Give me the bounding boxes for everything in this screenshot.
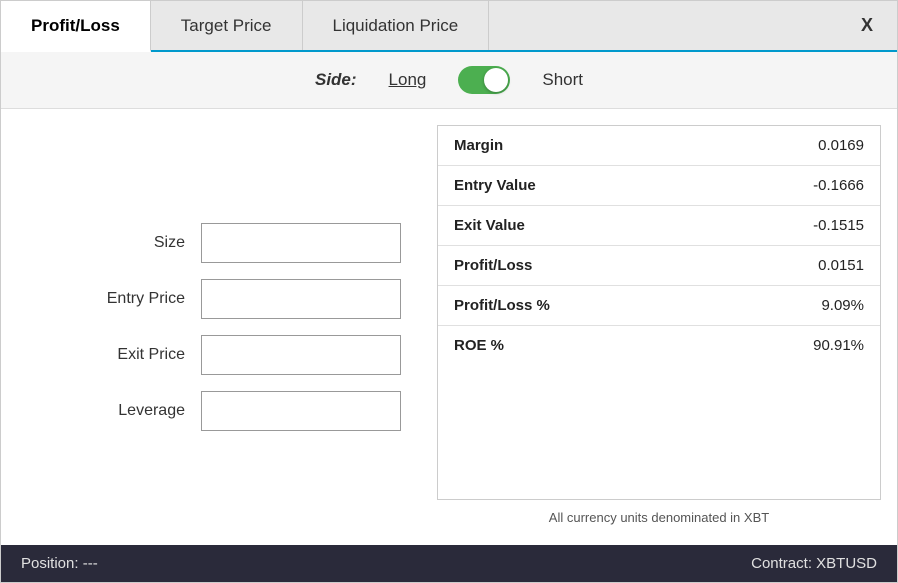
- result-value: -0.1666: [813, 177, 864, 194]
- result-key: Exit Value: [454, 217, 525, 234]
- tab-bar: Profit/Loss Target Price Liquidation Pri…: [1, 1, 897, 52]
- size-row: Size 1000: [21, 223, 401, 263]
- side-toggle[interactable]: [458, 66, 510, 94]
- entry-price-input[interactable]: 6000.0: [201, 279, 401, 319]
- toggle-knob: [484, 68, 508, 92]
- position-info: Position: ---: [21, 555, 98, 572]
- size-label: Size: [85, 234, 185, 252]
- result-row: Entry Value -0.1666: [438, 166, 880, 206]
- entry-price-label: Entry Price: [85, 290, 185, 308]
- tab-target-price[interactable]: Target Price: [151, 1, 303, 50]
- result-key: ROE %: [454, 337, 504, 354]
- footer: Position: --- Contract: XBTUSD: [1, 545, 897, 582]
- main-content: Size 1000 Entry Price 6000.0 Exit Price …: [1, 109, 897, 545]
- calculator-window: Profit/Loss Target Price Liquidation Pri…: [0, 0, 898, 583]
- result-key: Profit/Loss %: [454, 297, 550, 314]
- tab-profit-loss[interactable]: Profit/Loss: [1, 1, 151, 52]
- toggle-track[interactable]: [458, 66, 510, 94]
- result-value: 90.91%: [813, 337, 864, 354]
- contract-ticker: XBTUSD: [816, 555, 877, 572]
- side-short-label[interactable]: Short: [542, 70, 583, 90]
- result-value: 9.09%: [821, 297, 864, 314]
- side-label: Side:: [315, 70, 357, 90]
- form-section: Size 1000 Entry Price 6000.0 Exit Price …: [1, 125, 421, 529]
- result-row: Margin 0.0169: [438, 126, 880, 166]
- exit-price-input[interactable]: 6600.0: [201, 335, 401, 375]
- result-key: Margin: [454, 137, 503, 154]
- size-input[interactable]: 1000: [201, 223, 401, 263]
- exit-price-row: Exit Price 6600.0: [21, 335, 401, 375]
- result-value: -0.1515: [813, 217, 864, 234]
- position-dashes: ---: [83, 555, 98, 572]
- tab-liquidation-price[interactable]: Liquidation Price: [303, 1, 490, 50]
- result-value: 0.0151: [818, 257, 864, 274]
- leverage-label: Leverage: [85, 402, 185, 420]
- side-row: Side: Long Short: [1, 52, 897, 109]
- leverage-row: Leverage 10.00: [21, 391, 401, 431]
- position-label: Position:: [21, 555, 79, 572]
- result-row: Profit/Loss 0.0151: [438, 246, 880, 286]
- result-key: Profit/Loss: [454, 257, 532, 274]
- result-row: Exit Value -0.1515: [438, 206, 880, 246]
- exit-price-label: Exit Price: [85, 346, 185, 364]
- result-key: Entry Value: [454, 177, 536, 194]
- leverage-input[interactable]: 10.00: [201, 391, 401, 431]
- result-row: ROE % 90.91%: [438, 326, 880, 365]
- results-section: Margin 0.0169 Entry Value -0.1666 Exit Value…: [421, 125, 897, 529]
- currency-note: All currency units denominated in XBT: [437, 500, 881, 529]
- contract-info: Contract: XBTUSD: [751, 555, 877, 572]
- close-button[interactable]: X: [837, 1, 897, 50]
- result-value: 0.0169: [818, 137, 864, 154]
- side-long-label[interactable]: Long: [389, 70, 427, 90]
- results-table: Margin 0.0169 Entry Value -0.1666 Exit Value…: [437, 125, 881, 500]
- contract-label: Contract:: [751, 555, 812, 572]
- entry-price-row: Entry Price 6000.0: [21, 279, 401, 319]
- result-row: Profit/Loss % 9.09%: [438, 286, 880, 326]
